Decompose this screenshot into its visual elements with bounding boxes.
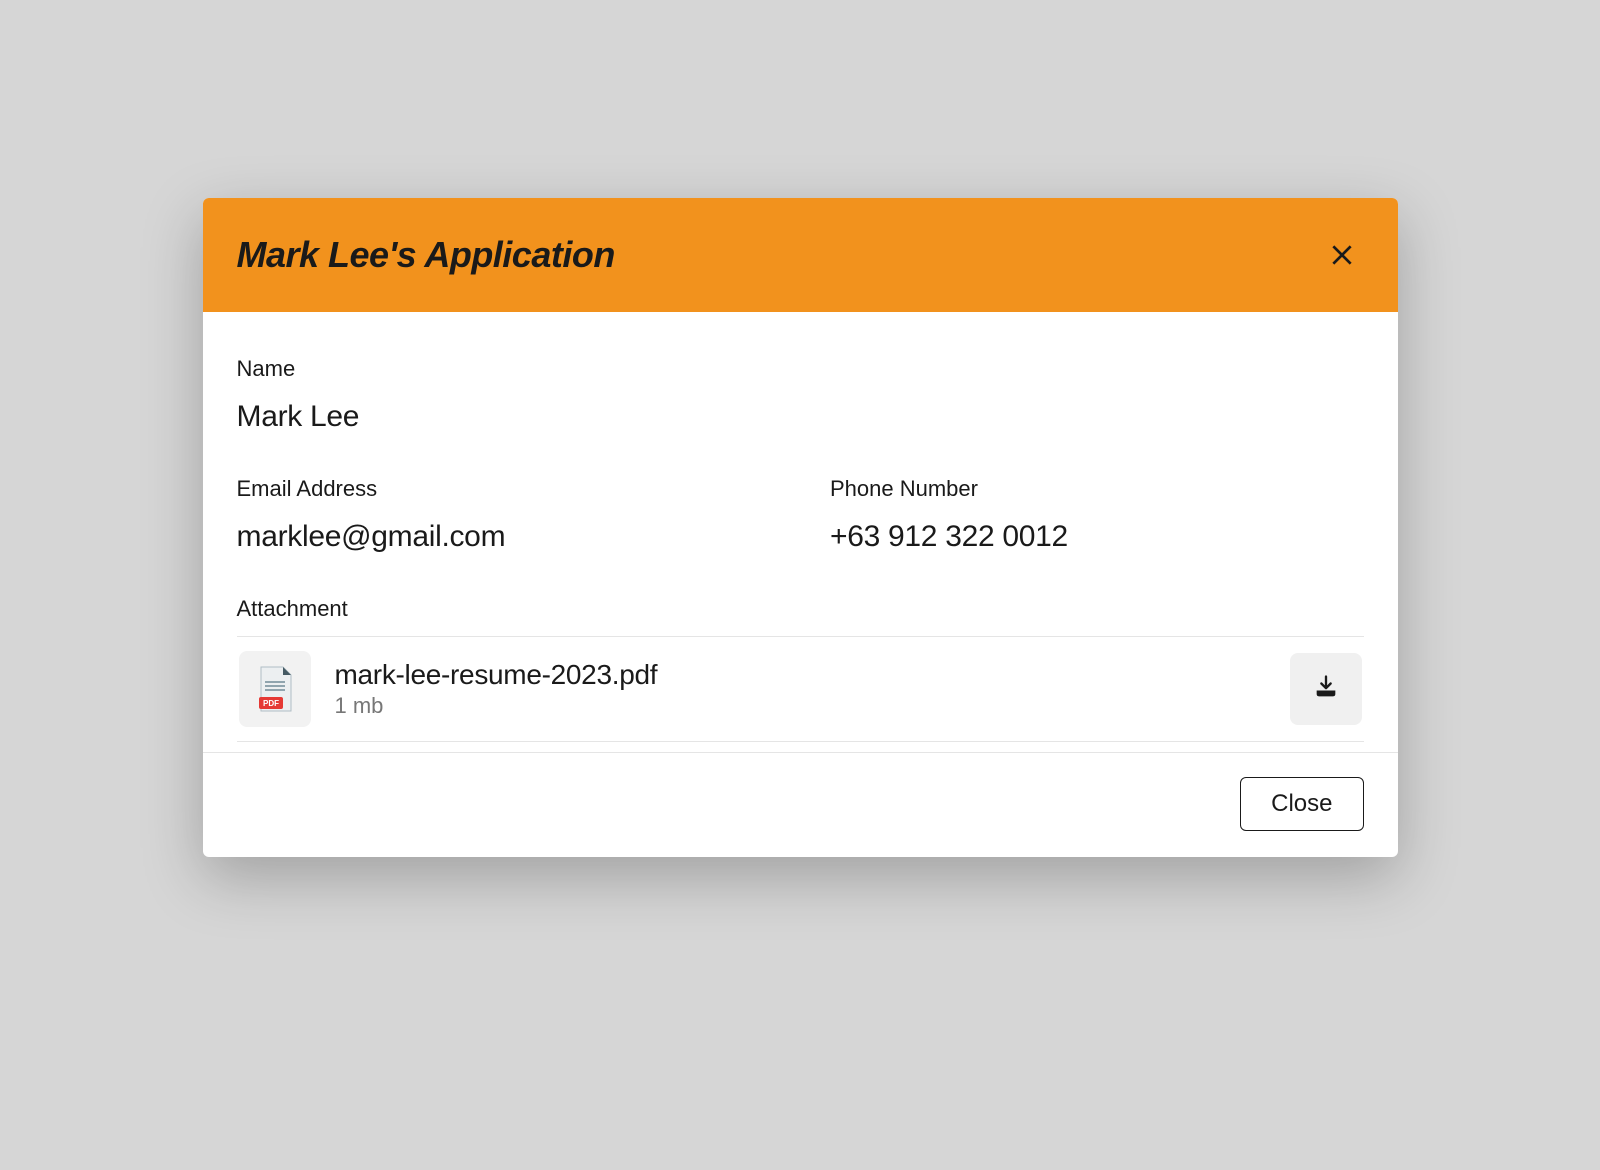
file-name: mark-lee-resume-2023.pdf [335,659,1266,691]
download-button[interactable] [1290,653,1362,725]
attachment-label: Attachment [237,596,1364,622]
email-value: marklee@gmail.com [237,520,771,554]
name-label: Name [237,356,1364,382]
field-email: Email Address marklee@gmail.com [237,476,771,554]
download-icon [1312,673,1340,706]
phone-value: +63 912 322 0012 [830,520,1364,554]
field-name: Name Mark Lee [237,356,1364,434]
name-value: Mark Lee [237,400,1364,434]
attachment-section: Attachment PDF mark-lee-resume-2023.pdf [237,596,1364,742]
attachment-row: PDF mark-lee-resume-2023.pdf 1 mb [237,636,1364,742]
pdf-file-icon: PDF [239,651,311,727]
modal-header: Mark Lee's Application [203,198,1398,312]
close-icon[interactable] [1326,239,1358,271]
file-size: 1 mb [335,693,1266,719]
field-phone: Phone Number +63 912 322 0012 [830,476,1364,554]
modal-footer: Close [203,752,1398,857]
modal-body: Name Mark Lee Email Address marklee@gmai… [203,312,1398,752]
close-button[interactable]: Close [1240,777,1363,831]
application-modal: Mark Lee's Application Name Mark Lee Ema… [203,198,1398,857]
file-info: mark-lee-resume-2023.pdf 1 mb [335,659,1266,719]
email-label: Email Address [237,476,771,502]
phone-label: Phone Number [830,476,1364,502]
svg-text:PDF: PDF [263,699,279,708]
modal-title: Mark Lee's Application [237,234,615,276]
